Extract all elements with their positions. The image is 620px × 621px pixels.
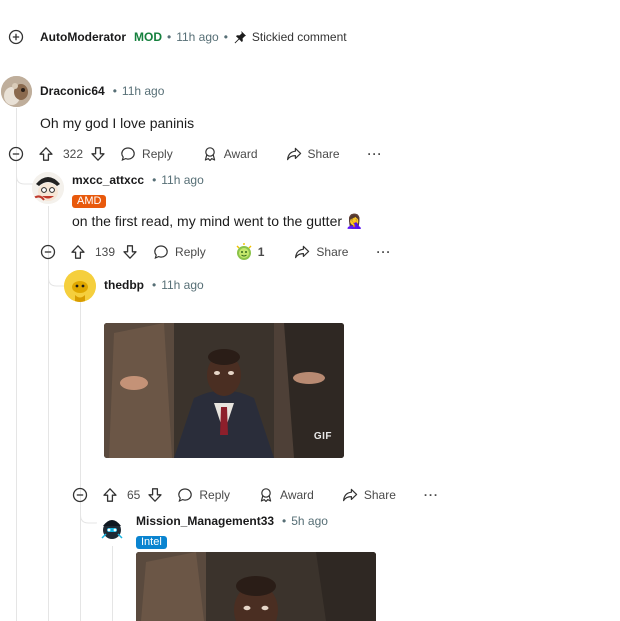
sticky-comment-header: AutoModerator MOD • 11h ago • Stickied c… [8, 27, 347, 47]
comment-actions [40, 242, 56, 262]
upvote-icon[interactable] [38, 146, 54, 162]
comment-actions [8, 144, 24, 164]
award-label: Award [280, 488, 314, 502]
share-button[interactable]: Share [286, 146, 340, 162]
comment-actions: 322 Reply Award Share ··· [38, 144, 383, 164]
comment-header: thedbp • 11h ago [104, 276, 204, 294]
more-icon[interactable]: ··· [424, 488, 439, 502]
comment-actions: 139 Reply 1 Share ··· [70, 242, 391, 262]
thread-line-c4[interactable] [112, 546, 113, 621]
comment-author[interactable]: Draconic64 [40, 84, 105, 98]
vote-score: 322 [63, 147, 84, 161]
pin-icon [233, 30, 247, 44]
comment-age[interactable]: 11h ago [161, 173, 204, 187]
separator-dot: • [152, 278, 157, 292]
award-button[interactable]: Award [202, 146, 258, 162]
sticky-author[interactable]: AutoModerator [40, 30, 126, 44]
reply-label: Reply [175, 245, 206, 259]
upvote-icon[interactable] [102, 487, 118, 503]
thread-line-c3[interactable] [80, 300, 81, 621]
flair-intel: Intel [136, 536, 167, 549]
comment-author[interactable]: mxcc_attxcc [72, 173, 144, 187]
comment-age[interactable]: 5h ago [291, 514, 328, 528]
comment-age[interactable]: 11h ago [122, 84, 165, 98]
share-label: Share [307, 147, 340, 161]
separator-dot: • [112, 84, 117, 98]
separator-dot: • [167, 30, 172, 44]
downvote-icon[interactable] [90, 146, 106, 162]
award-label: Award [223, 147, 258, 161]
stickied-label: Stickied comment [251, 30, 347, 44]
award-count: 1 [257, 245, 265, 259]
collapse-icon[interactable] [8, 146, 24, 162]
comment-actions [72, 485, 88, 505]
comment-author[interactable]: thedbp [104, 278, 144, 292]
user-flair: AMD [72, 191, 107, 209]
reply-button[interactable]: Reply [177, 487, 230, 503]
mod-badge: MOD [134, 30, 162, 44]
reply-label: Reply [199, 488, 231, 502]
award-button[interactable]: 1 [234, 242, 265, 262]
share-icon [286, 146, 302, 162]
comment-header: mxcc_attxcc • 11h ago [72, 171, 204, 189]
award-emoji-icon [234, 242, 254, 262]
comment-author[interactable]: Mission_Management33 [136, 514, 274, 528]
reply-icon [177, 487, 193, 503]
downvote-icon[interactable] [147, 487, 163, 503]
comment-body: Oh my god I love paninis [40, 115, 195, 131]
share-button[interactable]: Share [294, 244, 348, 260]
collapse-icon[interactable] [72, 487, 88, 503]
share-icon [342, 487, 358, 503]
comment-actions: 65 Reply Award Share ··· [102, 485, 439, 505]
award-button[interactable]: Award [258, 487, 314, 503]
avatar[interactable] [96, 512, 128, 544]
separator-dot: • [152, 173, 157, 187]
avatar[interactable] [64, 270, 96, 302]
vote-score: 139 [95, 245, 116, 259]
share-icon [294, 244, 310, 260]
user-flair: Intel [136, 532, 167, 550]
award-icon [258, 487, 274, 503]
share-label: Share [316, 245, 349, 259]
avatar[interactable] [1, 76, 32, 107]
comment-gif[interactable] [136, 552, 376, 621]
more-icon[interactable]: ··· [368, 147, 383, 161]
gif-badge: GIF [313, 431, 332, 442]
comment-header: Mission_Management33 • 5h ago [136, 512, 328, 530]
comment-gif[interactable]: GIF [104, 323, 344, 458]
vote-score: 65 [127, 488, 141, 502]
avatar[interactable] [32, 172, 64, 204]
more-icon[interactable]: ··· [376, 245, 391, 259]
share-button[interactable]: Share [342, 487, 396, 503]
separator-dot: • [282, 514, 287, 528]
reply-label: Reply [142, 147, 173, 161]
comment-header: Draconic64 • 11h ago [40, 82, 164, 100]
collapse-icon[interactable] [40, 244, 56, 260]
sticky-age[interactable]: 11h ago [176, 30, 219, 44]
reply-button[interactable]: Reply [153, 244, 206, 260]
share-label: Share [363, 488, 396, 502]
separator-dot: • [223, 30, 228, 44]
comment-age[interactable]: 11h ago [161, 278, 204, 292]
reply-icon [120, 146, 136, 162]
flair-amd: AMD [72, 195, 107, 208]
expand-icon[interactable] [8, 29, 24, 45]
reply-button[interactable]: Reply [120, 146, 173, 162]
downvote-icon[interactable] [122, 244, 138, 260]
award-icon [202, 146, 218, 162]
upvote-icon[interactable] [70, 244, 86, 260]
comment-body: on the first read, my mind went to the g… [72, 213, 364, 229]
reply-icon [153, 244, 169, 260]
